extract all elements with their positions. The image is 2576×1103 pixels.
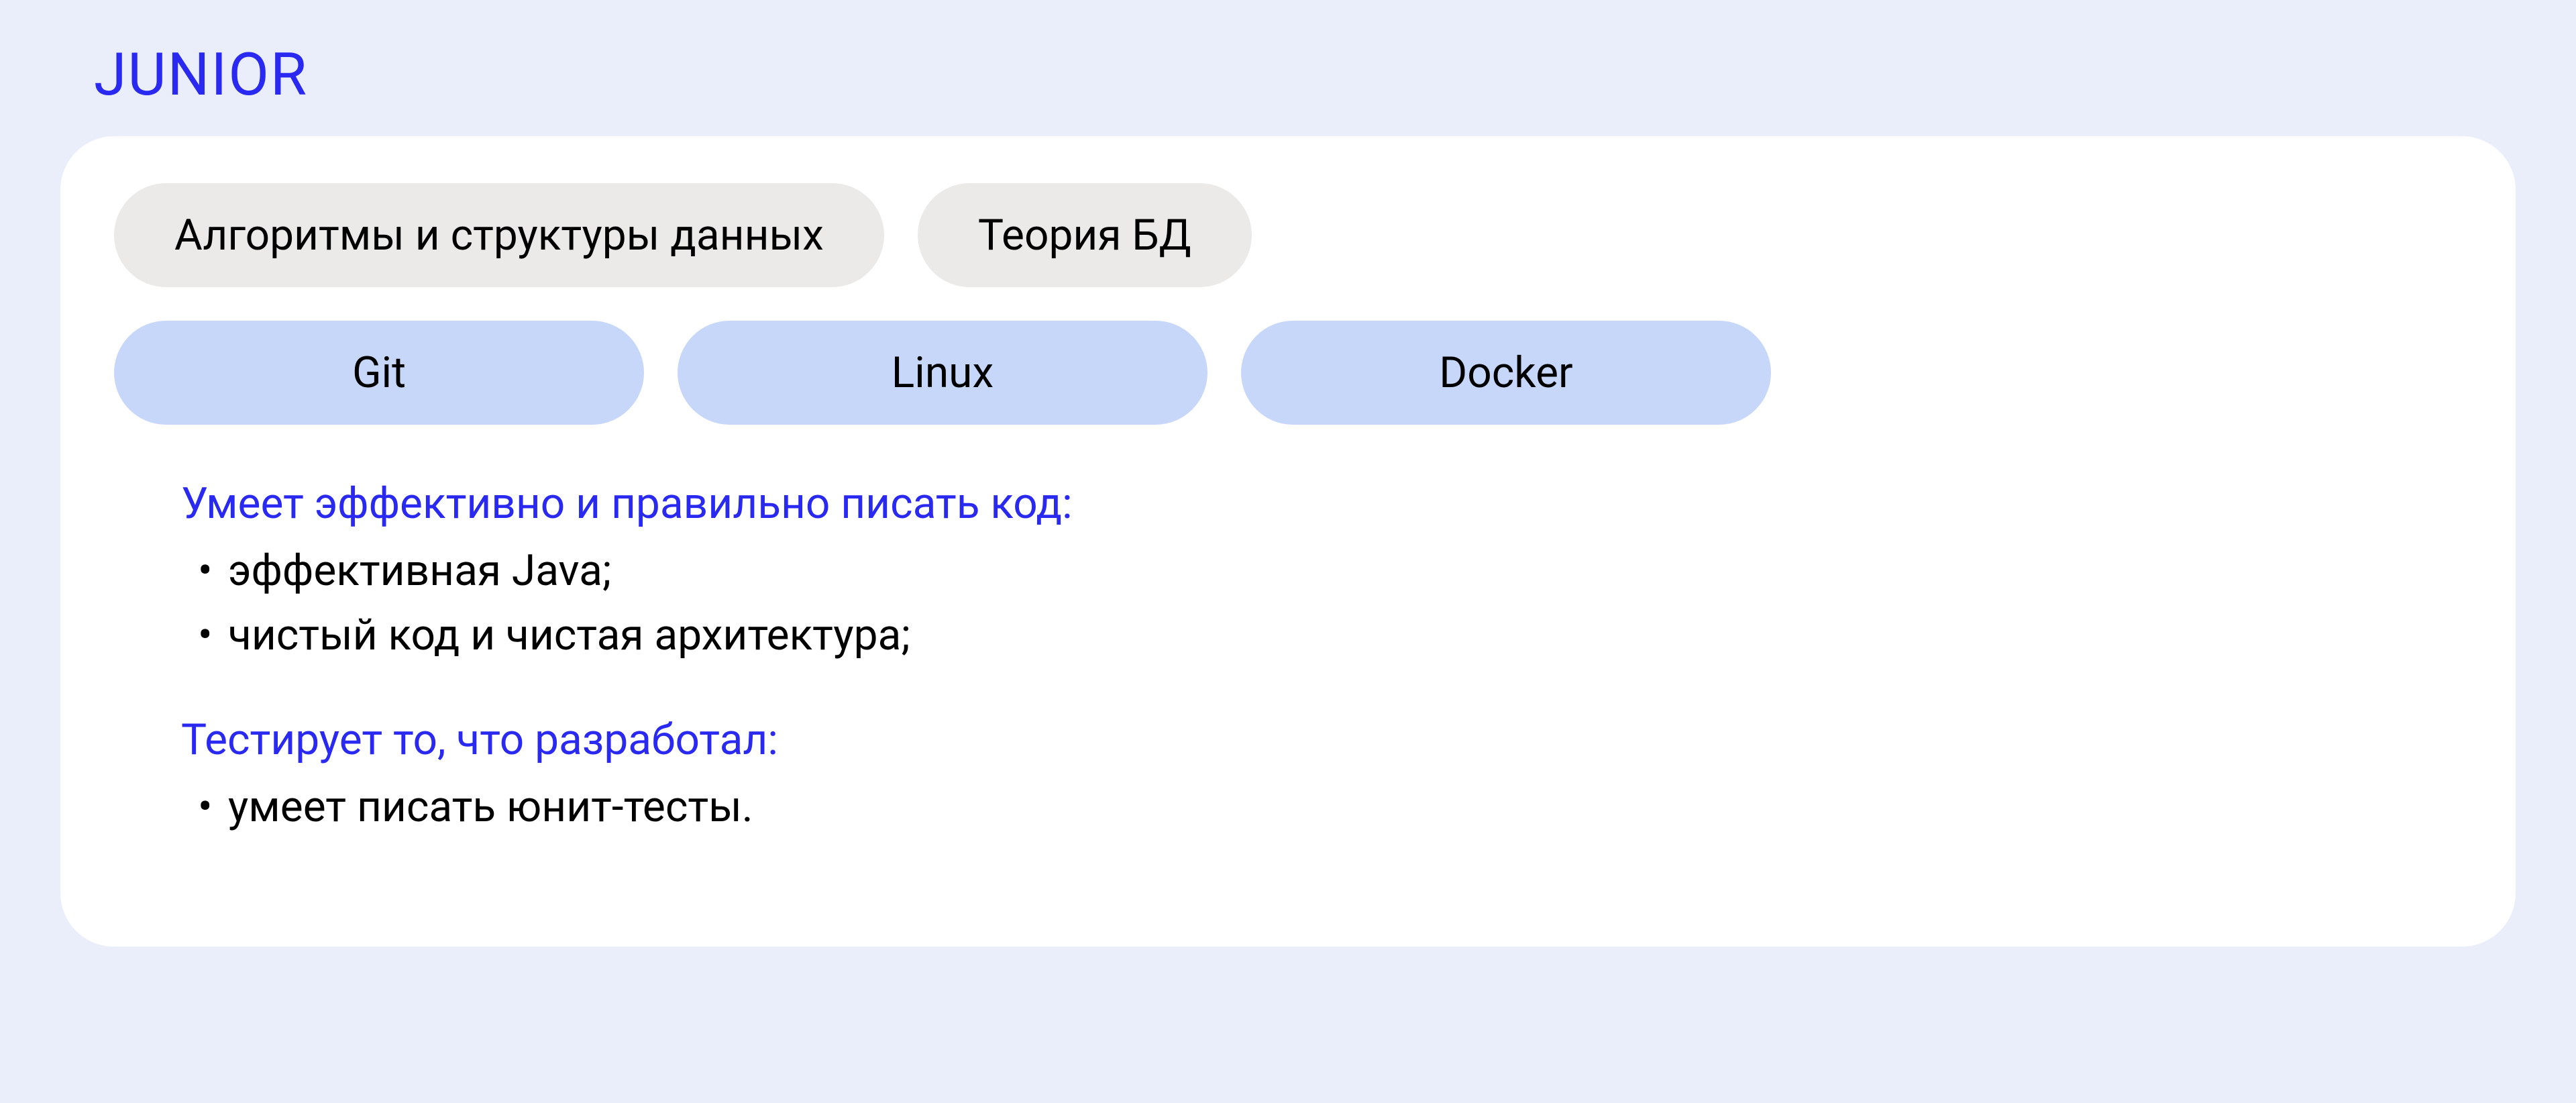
section-heading: Умеет эффективно и правильно писать код: <box>181 478 2462 529</box>
bullet-list: умеет писать юнит-тесты. <box>181 775 2462 839</box>
tools-pills-row: Git Linux Docker <box>114 321 2462 425</box>
theory-pill: Теория БД <box>918 183 1252 287</box>
theory-pill: Алгоритмы и структуры данных <box>114 183 884 287</box>
skill-section: Умеет эффективно и правильно писать код:… <box>181 478 2462 668</box>
bullet-item: умеет писать юнит-тесты. <box>181 775 2462 839</box>
level-title: JUNIOR <box>94 40 2516 109</box>
skill-section: Тестирует то, что разработал: умеет писа… <box>181 715 2462 839</box>
tool-pill: Docker <box>1241 321 1771 425</box>
theory-pills-row: Алгоритмы и структуры данных Теория БД <box>114 183 2462 287</box>
bullet-list: эффективная Java; чистый код и чистая ар… <box>181 539 2462 668</box>
skills-card: Алгоритмы и структуры данных Теория БД G… <box>60 136 2516 947</box>
bullet-item: чистый код и чистая архитектура; <box>181 603 2462 668</box>
bullet-item: эффективная Java; <box>181 539 2462 603</box>
tool-pill: Linux <box>678 321 1208 425</box>
section-heading: Тестирует то, что разработал: <box>181 715 2462 765</box>
tool-pill: Git <box>114 321 644 425</box>
skills-content: Умеет эффективно и правильно писать код:… <box>181 478 2462 839</box>
